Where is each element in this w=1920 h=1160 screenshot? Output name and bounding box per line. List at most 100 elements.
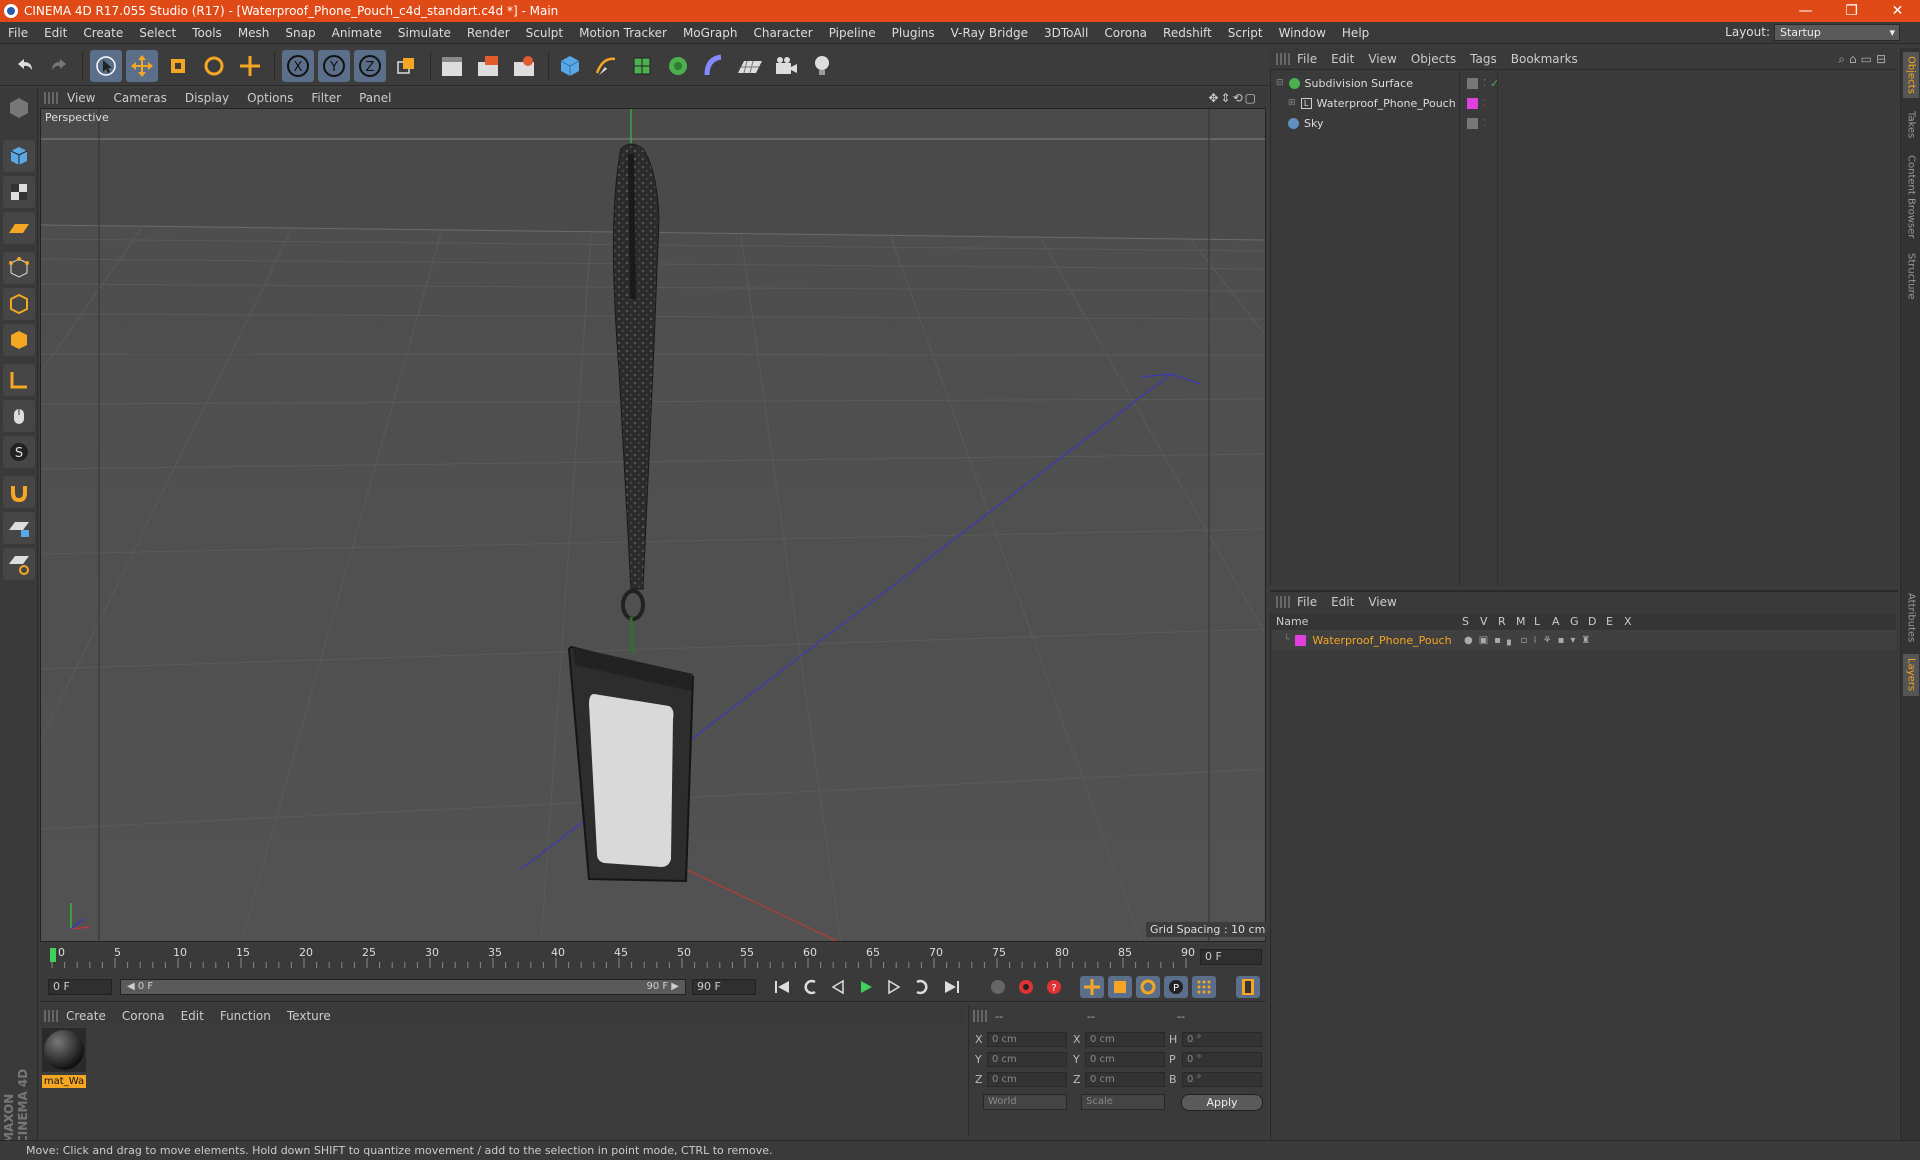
- viewport-menu-panel[interactable]: Panel: [350, 91, 400, 105]
- rotation-h-field[interactable]: 0 °: [1182, 1032, 1262, 1047]
- go-to-end-button[interactable]: [940, 976, 964, 998]
- material-menu-texture[interactable]: Texture: [279, 1009, 339, 1023]
- key-position-button[interactable]: [1080, 976, 1104, 998]
- go-to-start-button[interactable]: [770, 976, 794, 998]
- tweak-mode-button[interactable]: [3, 400, 35, 432]
- tab-structure[interactable]: Structure: [1903, 248, 1919, 304]
- material-thumbnail[interactable]: mat_Wa: [42, 1028, 86, 1088]
- tab-content-browser[interactable]: Content Browser: [1903, 152, 1919, 242]
- planar-workplane-button[interactable]: [3, 548, 35, 580]
- object-row[interactable]: Sky ⁚: [1272, 113, 1896, 133]
- menu-animate[interactable]: Animate: [324, 26, 390, 40]
- layer-color-icon[interactable]: [1467, 97, 1478, 109]
- play-button[interactable]: [854, 976, 878, 998]
- layer-col-solo[interactable]: S: [1462, 615, 1469, 628]
- current-frame-field[interactable]: 0 F: [1200, 949, 1262, 965]
- camera-button[interactable]: [770, 50, 802, 82]
- menu-vray-bridge[interactable]: V-Ray Bridge: [943, 26, 1036, 40]
- menu-create[interactable]: Create: [75, 26, 131, 40]
- start-frame-field[interactable]: 0 F: [48, 979, 112, 995]
- model-mode-button[interactable]: [3, 140, 35, 172]
- render-settings-button[interactable]: [508, 50, 540, 82]
- keyframe-selection-button[interactable]: ?: [1042, 976, 1066, 998]
- minimize-button[interactable]: —: [1783, 0, 1828, 22]
- record-active-button[interactable]: [986, 976, 1010, 998]
- material-menu-function[interactable]: Function: [212, 1009, 279, 1023]
- texture-mode-button[interactable]: [3, 176, 35, 208]
- live-selection-button[interactable]: [90, 50, 122, 82]
- key-scale-button[interactable]: [1108, 976, 1132, 998]
- y-axis-lock-button[interactable]: Y: [318, 50, 350, 82]
- tab-layers[interactable]: Layers: [1903, 654, 1919, 696]
- viewport-menu-display[interactable]: Display: [176, 91, 238, 105]
- menu-snap[interactable]: Snap: [277, 26, 323, 40]
- perspective-viewport[interactable]: [40, 108, 1266, 942]
- visibility-dots-icon[interactable]: ⁚: [1483, 118, 1486, 129]
- transform-tool-button[interactable]: [234, 50, 266, 82]
- menu-pipeline[interactable]: Pipeline: [821, 26, 884, 40]
- object-menu-view[interactable]: View: [1361, 52, 1403, 66]
- layer-col-render[interactable]: R: [1498, 615, 1506, 628]
- enabled-check-icon[interactable]: ✓: [1490, 77, 1499, 90]
- spline-pen-button[interactable]: [590, 50, 622, 82]
- undo-button[interactable]: [8, 50, 40, 82]
- menu-file[interactable]: File: [0, 26, 36, 40]
- coordinate-system-button[interactable]: [390, 50, 422, 82]
- autokey-button[interactable]: [1014, 976, 1038, 998]
- layer-menu-file[interactable]: File: [1290, 595, 1324, 609]
- timeline-ruler[interactable]: 0 5 10 15 20 25 30 35 40 45 50 55 60 65 …: [40, 944, 1266, 970]
- axis-mode-button[interactable]: [3, 364, 35, 396]
- solo-mode-button[interactable]: S: [3, 436, 35, 468]
- key-rotation-button[interactable]: [1136, 976, 1160, 998]
- material-menu-create[interactable]: Create: [58, 1009, 114, 1023]
- coordinate-space-dropdown[interactable]: World: [983, 1094, 1067, 1110]
- light-button[interactable]: [806, 50, 838, 82]
- size-mode-dropdown[interactable]: Scale: [1081, 1094, 1165, 1110]
- menu-select[interactable]: Select: [131, 26, 184, 40]
- size-z-field[interactable]: 0 cm: [1085, 1072, 1165, 1087]
- position-y-field[interactable]: 0 cm: [987, 1052, 1067, 1067]
- previous-frame-button[interactable]: [826, 976, 850, 998]
- snap-toggle-button[interactable]: [3, 476, 35, 508]
- cube-primitive-button[interactable]: [554, 50, 586, 82]
- layer-row[interactable]: └ Waterproof_Phone_Pouch ●▣▪▖▫⁞⚘▪▾♜: [1272, 630, 1896, 650]
- timeline-window-button[interactable]: [1236, 976, 1260, 998]
- deformer-button[interactable]: [698, 50, 730, 82]
- object-menu-edit[interactable]: Edit: [1324, 52, 1361, 66]
- layer-col-expressions[interactable]: E: [1606, 615, 1613, 628]
- next-key-button[interactable]: [910, 976, 934, 998]
- scale-tool-button[interactable]: [162, 50, 194, 82]
- menu-window[interactable]: Window: [1271, 26, 1334, 40]
- end-frame-field[interactable]: 90 F: [692, 979, 756, 995]
- menu-mograph[interactable]: MoGraph: [675, 26, 746, 40]
- edit-toggle-icon[interactable]: [1467, 117, 1478, 129]
- viewport-menu-view[interactable]: View: [58, 91, 104, 105]
- close-button[interactable]: ✕: [1875, 0, 1920, 22]
- next-frame-button[interactable]: [882, 976, 906, 998]
- layer-col-deformers[interactable]: D: [1588, 615, 1596, 628]
- material-menu-edit[interactable]: Edit: [173, 1009, 212, 1023]
- layout-dropdown[interactable]: Startup ▾: [1774, 24, 1900, 41]
- menu-redshift[interactable]: Redshift: [1155, 26, 1220, 40]
- edges-mode-button[interactable]: [3, 288, 35, 320]
- visibility-dots-icon[interactable]: ⁚: [1483, 78, 1486, 89]
- rotate-tool-button[interactable]: [198, 50, 230, 82]
- material-menu-corona[interactable]: Corona: [114, 1009, 173, 1023]
- menu-simulate[interactable]: Simulate: [390, 26, 459, 40]
- subdivision-surface-button[interactable]: [626, 50, 658, 82]
- make-editable-button[interactable]: [3, 92, 35, 124]
- apply-button[interactable]: Apply: [1181, 1094, 1263, 1111]
- layer-col-xref[interactable]: X: [1624, 615, 1632, 628]
- layer-color-swatch[interactable]: [1295, 634, 1307, 646]
- object-menu-objects[interactable]: Objects: [1404, 52, 1463, 66]
- frame-range-slider[interactable]: ◀ 0 F 90 F ▶: [120, 979, 686, 995]
- menu-mesh[interactable]: Mesh: [230, 26, 278, 40]
- menu-sculpt[interactable]: Sculpt: [518, 26, 571, 40]
- points-mode-button[interactable]: [3, 252, 35, 284]
- menu-render[interactable]: Render: [459, 26, 518, 40]
- layer-col-locked[interactable]: L: [1534, 615, 1540, 628]
- layer-col-manager[interactable]: M: [1516, 615, 1526, 628]
- expand-icon[interactable]: ⊞: [1288, 98, 1296, 108]
- viewport-menu-cameras[interactable]: Cameras: [104, 91, 175, 105]
- layer-col-animation[interactable]: A: [1552, 615, 1560, 628]
